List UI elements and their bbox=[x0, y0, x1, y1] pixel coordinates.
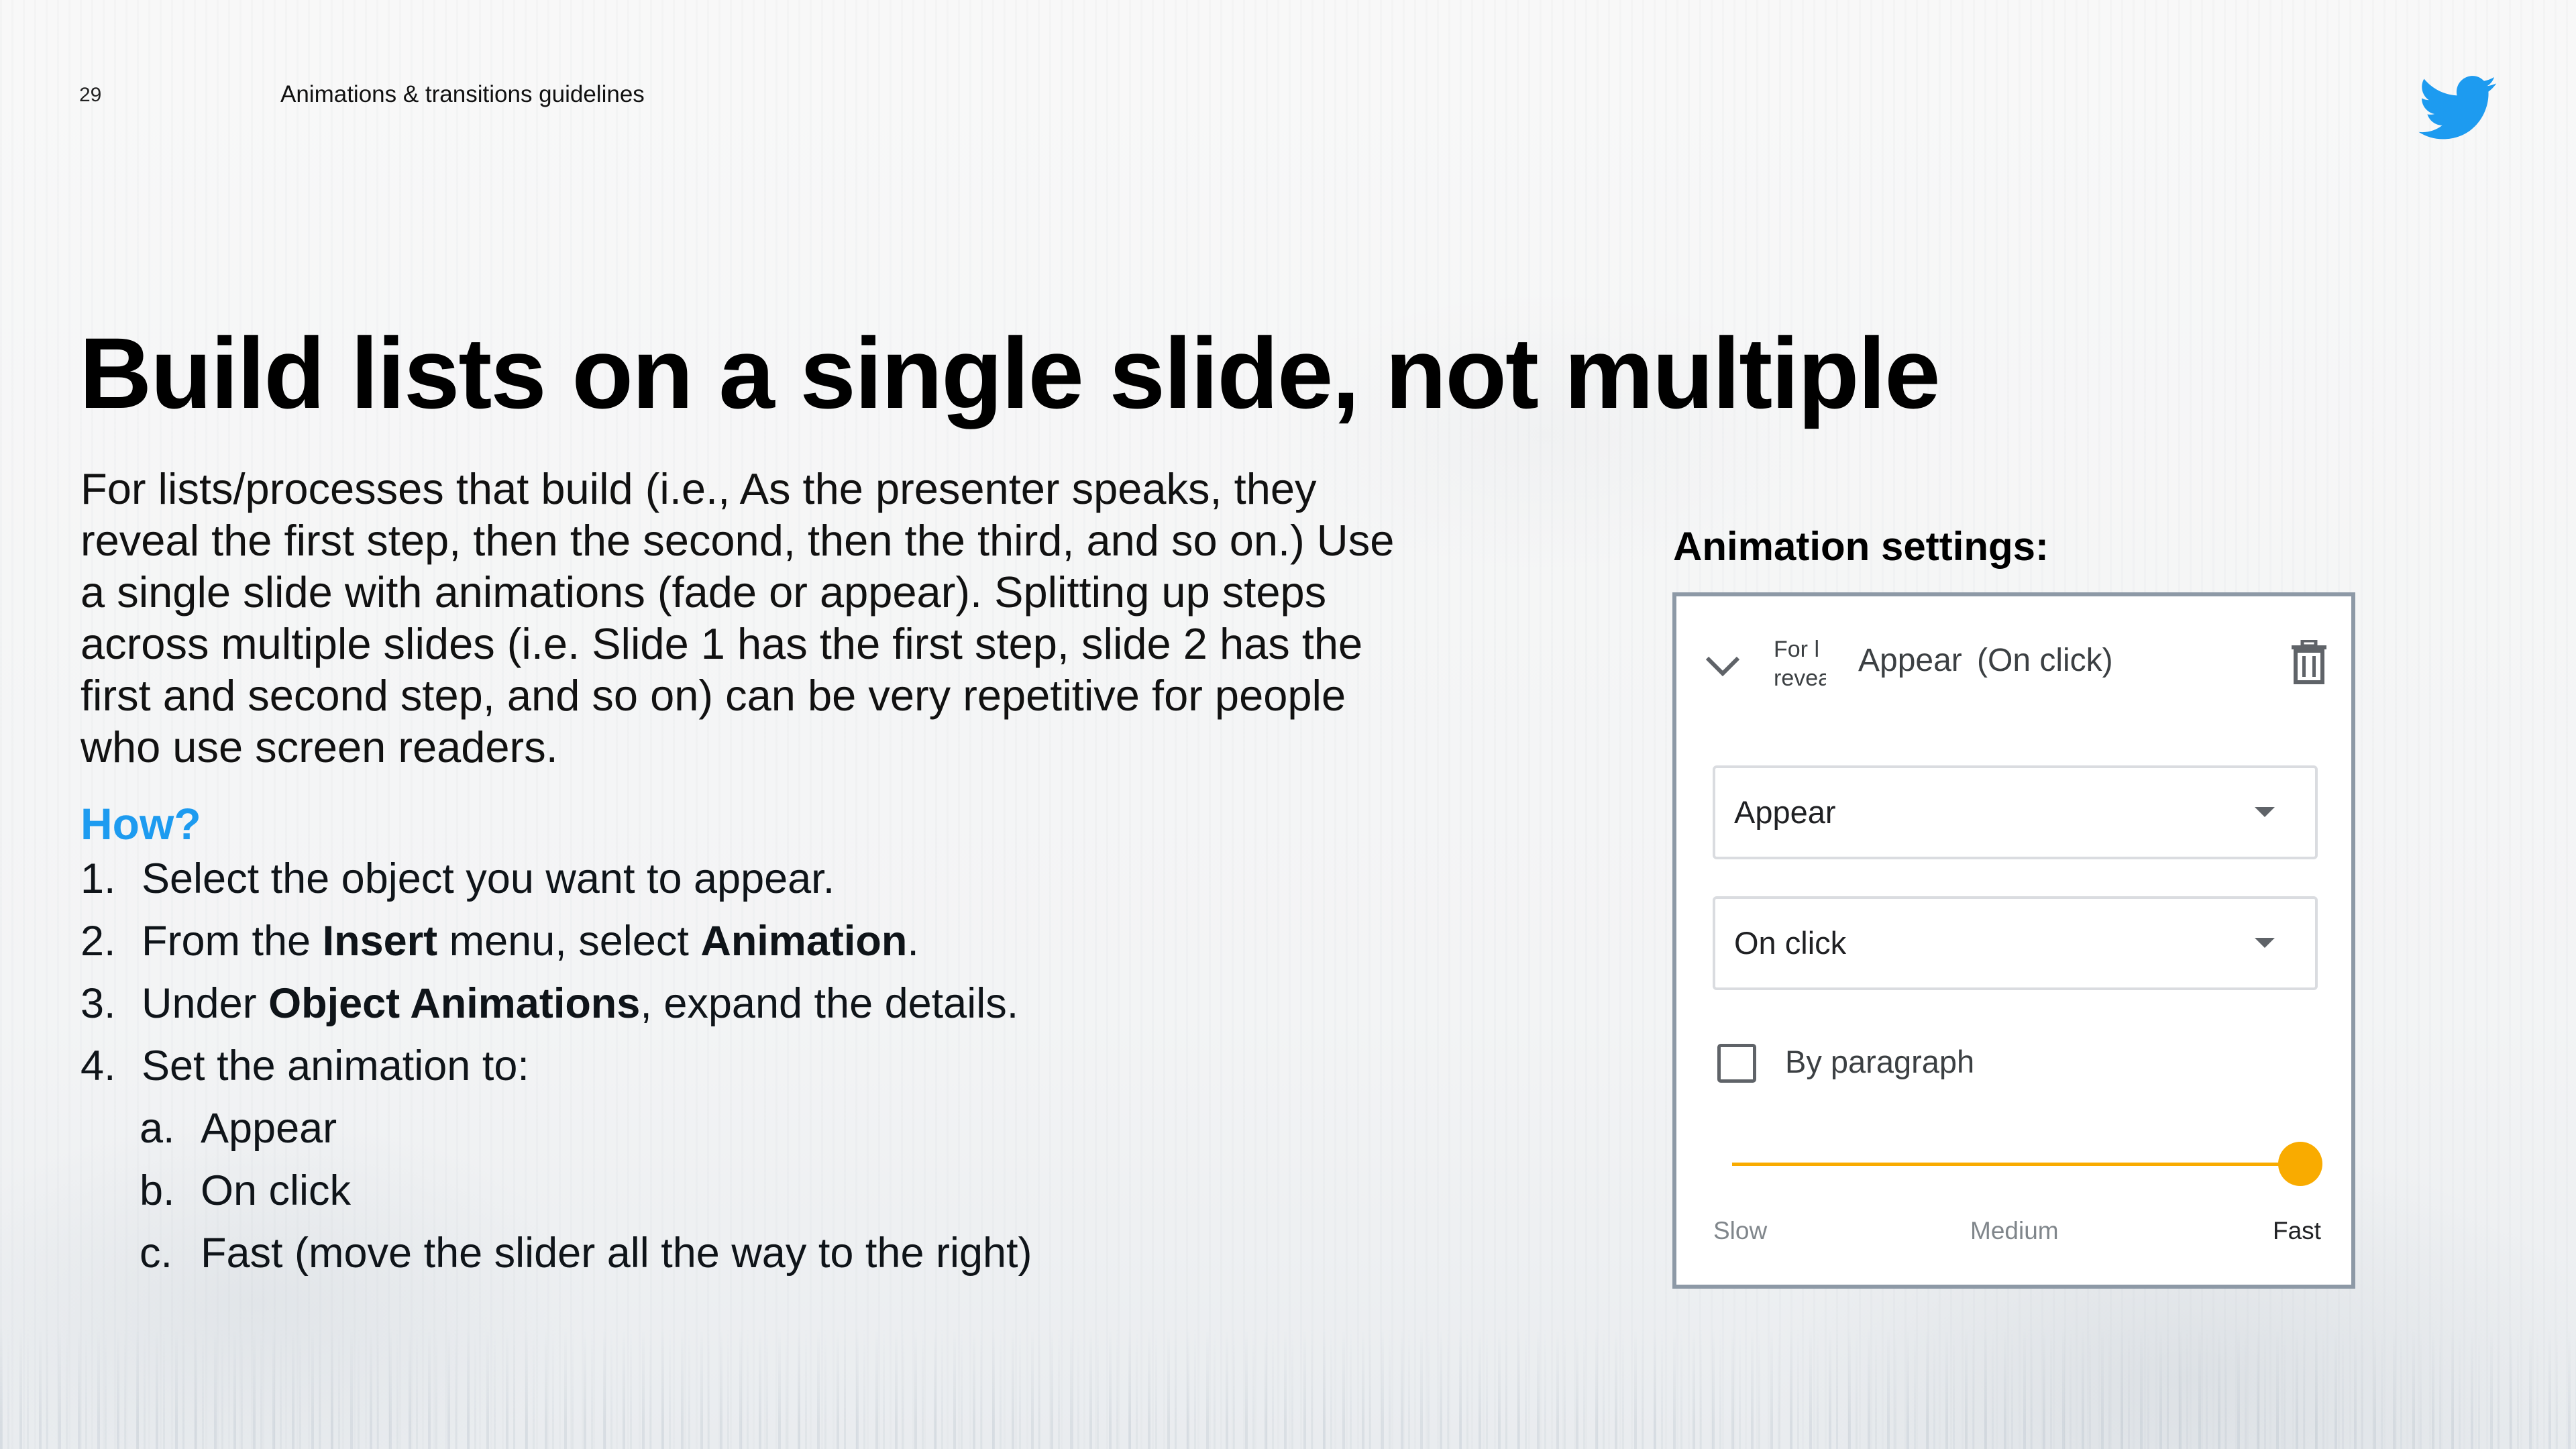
chevron-down-icon[interactable] bbox=[1705, 654, 1741, 677]
step-text: menu, select bbox=[437, 918, 701, 965]
summary-effect: Appear bbox=[1858, 643, 1962, 678]
substep-text: Fast (move the slider all the way to the… bbox=[201, 1230, 1032, 1277]
step-number: 3. bbox=[80, 980, 116, 1027]
by-paragraph-label[interactable]: By paragraph bbox=[1785, 1043, 1974, 1080]
background-grunge bbox=[0, 1328, 2576, 1449]
step-number: 1. bbox=[80, 855, 116, 902]
substep-item: b. On click bbox=[80, 1165, 1032, 1228]
step-item: 4. Set the animation to: bbox=[80, 1040, 1032, 1103]
animation-menu-item-name: Animation bbox=[700, 918, 908, 965]
substep-text: On click bbox=[201, 1167, 352, 1214]
animation-settings-heading: Animation settings: bbox=[1673, 524, 2049, 569]
object-animations-name: Object Animations bbox=[268, 980, 641, 1027]
step-text: Set the animation to: bbox=[142, 1042, 529, 1089]
body-paragraph: For lists/processes that build (i.e., As… bbox=[80, 464, 1395, 771]
slide-title: Build lists on a single slide, not multi… bbox=[79, 317, 1941, 429]
speed-slider-thumb[interactable] bbox=[2278, 1142, 2322, 1186]
header-title: Animations & transitions guidelines bbox=[280, 81, 645, 107]
substep-item: c. Fast (move the slider all the way to … bbox=[80, 1228, 1032, 1290]
insert-menu-name: Insert bbox=[322, 918, 438, 965]
dropdown-caret-icon bbox=[2255, 807, 2275, 817]
animation-effect-select[interactable]: Appear bbox=[1713, 765, 2318, 859]
twitter-bird-icon bbox=[2418, 76, 2497, 140]
animation-trigger-select[interactable]: On click bbox=[1713, 896, 2318, 990]
step-number: 4. bbox=[80, 1042, 116, 1089]
step-item: 3. Under Object Animations, expand the d… bbox=[80, 978, 1032, 1040]
animation-trigger-value: On click bbox=[1734, 925, 1847, 961]
animated-object-preview-text: For l revea bbox=[1774, 637, 1826, 691]
step-text: , expand the details. bbox=[640, 980, 1019, 1027]
step-text: Select the object you want to appear. bbox=[142, 855, 835, 902]
speed-label-fast: Fast bbox=[2273, 1217, 2321, 1244]
step-item: 2. From the Insert menu, select Animatio… bbox=[80, 916, 1032, 978]
substep-item: a. Appear bbox=[80, 1103, 1032, 1165]
speed-slider-track[interactable] bbox=[1732, 1163, 2304, 1166]
substep-letter: a. bbox=[140, 1105, 175, 1152]
steps-list: 1. Select the object you want to appear.… bbox=[80, 853, 1032, 1290]
dropdown-caret-icon bbox=[2255, 938, 2275, 948]
step-text: Under bbox=[142, 980, 269, 1027]
by-paragraph-checkbox[interactable] bbox=[1717, 1044, 1756, 1083]
step-text: From the bbox=[142, 918, 323, 965]
step-text: . bbox=[907, 918, 919, 965]
speed-label-slow: Slow bbox=[1713, 1217, 1768, 1244]
speed-label-medium: Medium bbox=[1970, 1217, 2059, 1244]
substeps-list: a. Appear b. On click c. Fast (move the … bbox=[80, 1103, 1032, 1290]
page-number: 29 bbox=[79, 84, 102, 106]
substeps-container: a. Appear b. On click c. Fast (move the … bbox=[80, 1103, 1032, 1290]
animation-effect-value: Appear bbox=[1734, 794, 1836, 830]
animation-settings-panel: For l revea Appear (On click) Appear On … bbox=[1672, 592, 2355, 1289]
substep-letter: c. bbox=[140, 1230, 173, 1277]
substep-letter: b. bbox=[140, 1167, 175, 1214]
step-item: 1. Select the object you want to appear. bbox=[80, 853, 1032, 916]
summary-trigger: (On click) bbox=[1977, 643, 2113, 678]
substep-text: Appear bbox=[201, 1105, 337, 1152]
trash-icon[interactable] bbox=[2290, 640, 2328, 684]
speed-slider-fill bbox=[1732, 1163, 2304, 1166]
how-heading: How? bbox=[80, 799, 201, 849]
step-number: 2. bbox=[80, 918, 116, 965]
